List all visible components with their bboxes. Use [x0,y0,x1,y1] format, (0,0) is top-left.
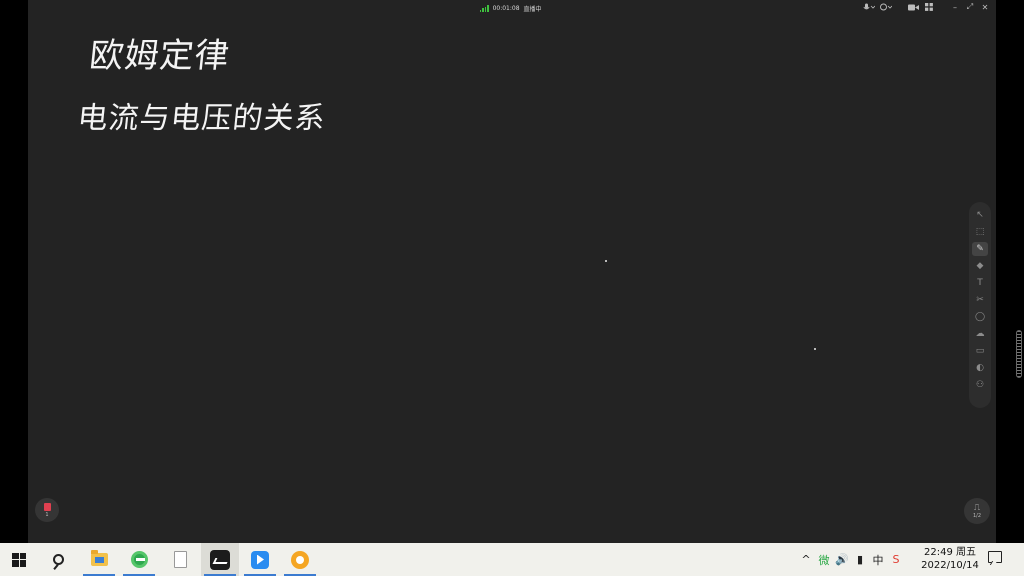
start-button[interactable] [0,543,38,576]
ime-icon[interactable]: 中 [869,552,887,568]
search-button[interactable] [39,543,77,576]
mic-icon[interactable] [863,1,875,13]
windows-icon [12,552,26,567]
document-icon [43,502,51,511]
handwritten-subtitle: 电流与电压的关系 [75,101,328,136]
file-icon [173,551,187,568]
taskbar-blue-app[interactable] [241,543,279,576]
top-bar: 00:01:08 直播中 – ⤢ ✕ [28,0,996,15]
speaker-settings-icon[interactable] [880,1,892,13]
window-controls: – ⤢ ✕ [863,1,990,13]
pen-tool[interactable]: ✎ [972,242,988,256]
signal-icon [480,4,489,12]
ink-dot [814,348,816,350]
search-icon [52,554,64,565]
restore-button[interactable]: ⤢ [965,1,975,13]
box-tool[interactable]: ▭ [972,344,988,358]
clock-date: 2022/10/14 [921,560,979,571]
live-state: 直播中 [523,5,542,13]
whiteboard-app-icon [210,549,230,570]
video-app-icon [251,550,269,569]
taskbar-clock[interactable]: 22:49 周五 2022/10/14 [918,546,982,572]
eraser-tool[interactable]: ◆ [972,259,988,273]
pages-icon: ⎍ [973,502,981,513]
drawing-toolbar: ↖ ⬚ ✎ ◆ T ✂ ◯ ☁ ▭ ◐ ⚇ [969,202,991,408]
input-method-s-icon[interactable]: S [887,553,905,566]
desktop-screen: 00:01:08 直播中 – ⤢ ✕ 欧姆定律 电流与电压的关系 ↖ ⬚ ✎ ◆… [0,0,1024,576]
volume-icon[interactable]: 🔊 [833,553,851,566]
video-tool[interactable]: ◐ [972,361,988,375]
select-tool[interactable]: ↖ [972,208,988,222]
windows-taskbar: ^ 微 🔊 ▮ 中 S 22:49 周五 2022/10/14 [0,543,1024,576]
text-tool[interactable]: T [972,276,988,290]
clock-time: 22:49 周五 [924,547,976,558]
taskbar-document[interactable] [161,543,199,576]
taskbar-edge[interactable] [120,543,158,576]
edge-browser-icon [130,551,148,568]
folder-icon [90,550,108,566]
whiteboard-window[interactable]: 00:01:08 直播中 – ⤢ ✕ 欧姆定律 电流与电压的关系 ↖ ⬚ ✎ ◆… [28,0,996,543]
taskbar-whiteboard-app[interactable] [201,543,239,576]
page-navigator-button[interactable]: ⎍ 1/2 [964,498,990,524]
close-button[interactable]: ✕ [980,1,990,13]
users-tool[interactable]: ⚇ [972,378,988,392]
handwritten-title: 欧姆定律 [87,36,232,76]
minimize-button[interactable]: – [950,1,960,13]
wechat-icon[interactable]: 微 [815,552,833,568]
shape-tool[interactable]: ◯ [972,310,988,324]
orange-app-icon [291,550,309,569]
marquee-tool[interactable]: ⬚ [972,225,988,239]
scissors-tool[interactable]: ✂ [972,293,988,307]
cloud-tool[interactable]: ☁ [972,327,988,341]
system-tray: ^ 微 🔊 ▮ 中 S [797,543,905,576]
battery-icon[interactable]: ▮ [851,553,869,566]
live-status: 00:01:08 直播中 [480,3,542,13]
page-count: 1 [45,511,49,518]
page-list-button[interactable]: 1 [35,498,59,522]
ink-dot [605,260,607,262]
page-indicator: 1/2 [972,512,982,519]
grid-icon[interactable] [924,1,934,13]
chevron-up-icon[interactable]: ^ [797,553,815,566]
taskbar-orange-app[interactable] [281,543,319,576]
live-timer: 00:01:08 [492,4,520,12]
notification-icon[interactable] [988,551,1002,563]
camera-icon[interactable] [908,1,919,13]
side-drag-handle[interactable] [1016,330,1022,378]
taskbar-file-explorer[interactable] [80,543,118,576]
